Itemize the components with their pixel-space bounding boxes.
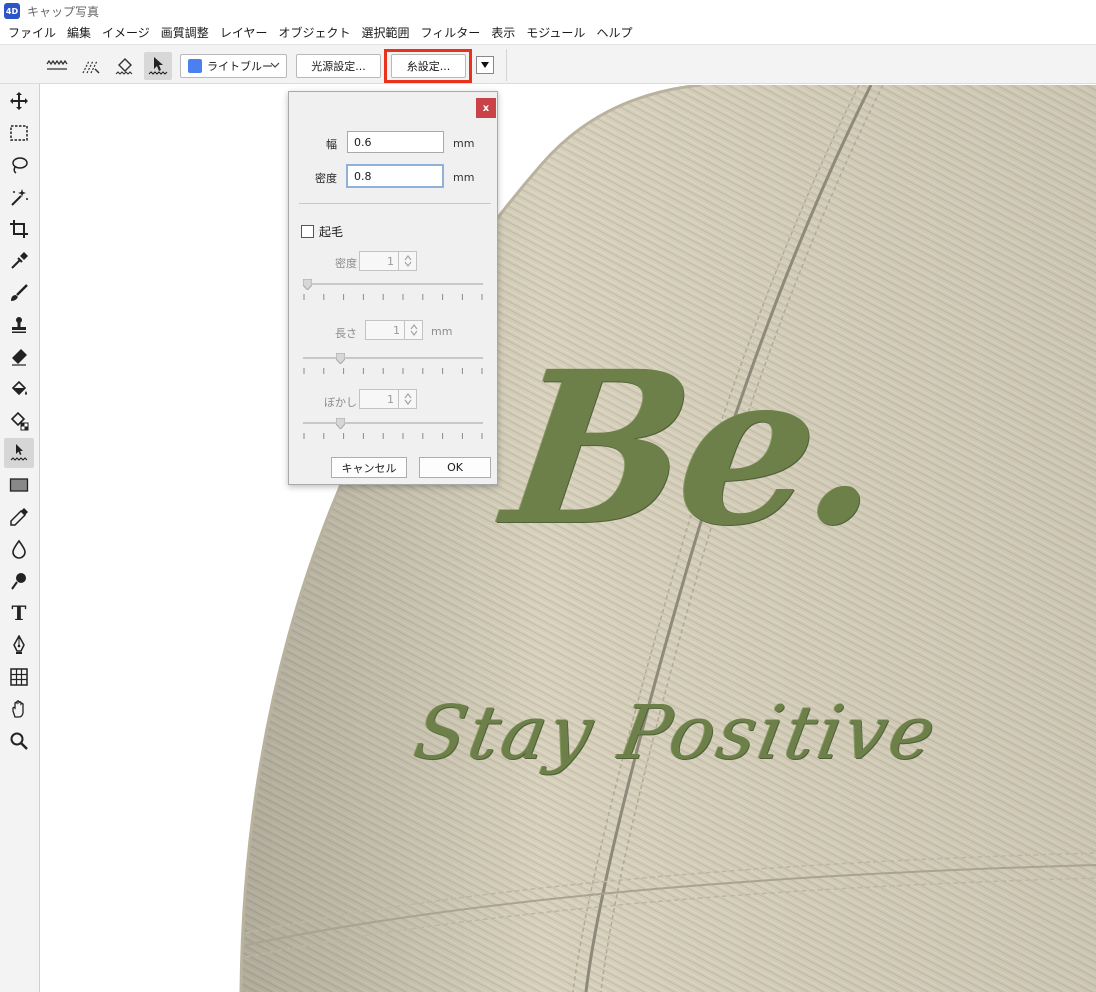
stepper-arrows-icon[interactable] <box>398 252 416 270</box>
fuzz-label: 起毛 <box>319 225 344 239</box>
width-unit: mm <box>453 137 475 150</box>
menu-file[interactable]: ファイル <box>4 22 63 44</box>
blur-value: 1 <box>387 393 394 406</box>
menu-view[interactable]: 表示 <box>487 22 522 44</box>
menu-adjust[interactable]: 画質調整 <box>157 22 216 44</box>
length-value: 1 <box>393 324 400 337</box>
menu-module[interactable]: モジュール <box>522 22 592 44</box>
pen-edit-icon[interactable] <box>4 502 34 532</box>
stamp-icon[interactable] <box>4 310 34 340</box>
thread-color-label: ライトブルー <box>207 60 273 73</box>
dialog-divider <box>299 203 491 204</box>
lasso-icon[interactable] <box>4 150 34 180</box>
ok-button[interactable]: OK <box>419 457 491 478</box>
width-field[interactable]: 0.6 <box>347 131 444 153</box>
title-bar: 4D キャップ写真 <box>0 0 1096 22</box>
hand-icon[interactable] <box>4 694 34 724</box>
fuzz-density-slider[interactable] <box>303 279 483 303</box>
menu-help[interactable]: ヘルプ <box>592 22 639 44</box>
caret-down-icon <box>481 62 489 68</box>
menu-select[interactable]: 選択範囲 <box>357 22 416 44</box>
light-settings-button[interactable]: 光源設定... <box>296 54 381 78</box>
move-icon[interactable] <box>4 86 34 116</box>
blur-label: ぼかし <box>324 396 357 409</box>
toolbar-divider <box>506 49 507 81</box>
menu-object[interactable]: オブジェクト <box>274 22 357 44</box>
length-stepper[interactable]: 1 <box>365 320 423 340</box>
canvas[interactable]: Be. Stay Positive <box>41 85 1096 992</box>
marquee-icon[interactable] <box>4 118 34 148</box>
menu-filter[interactable]: フィルター <box>416 22 487 44</box>
eraser-icon[interactable] <box>4 342 34 372</box>
blur-slider[interactable] <box>303 418 483 442</box>
stitch-select-icon[interactable] <box>144 52 172 80</box>
slider-ticks <box>303 368 483 374</box>
stitch-tool-icon[interactable] <box>4 438 34 468</box>
embroidery-be: Be. <box>493 325 895 572</box>
fuzz-density-stepper[interactable]: 1 <box>359 251 417 271</box>
stitch-wave-icon[interactable] <box>43 52 71 80</box>
pattern-bucket-icon[interactable] <box>4 406 34 436</box>
fuzz-density-value: 1 <box>387 255 394 268</box>
length-unit: mm <box>431 325 453 338</box>
zoom-icon[interactable] <box>4 726 34 756</box>
menu-layer[interactable]: レイヤー <box>216 22 275 44</box>
rectangle-icon[interactable] <box>4 470 34 500</box>
density-unit: mm <box>453 171 475 184</box>
chevron-down-icon <box>270 62 280 68</box>
slider-thumb-icon[interactable] <box>303 279 312 290</box>
window-title: キャップ写真 <box>27 4 100 19</box>
stepper-arrows-icon[interactable] <box>398 390 416 408</box>
blur-stepper[interactable]: 1 <box>359 389 417 409</box>
thread-color-select[interactable]: ライトブルー <box>180 54 287 78</box>
stitch-fill-icon[interactable] <box>111 52 139 80</box>
thread-color-swatch <box>188 59 202 73</box>
text-icon[interactable]: T <box>4 598 34 628</box>
slider-ticks <box>303 294 483 300</box>
menu-image[interactable]: イメージ <box>98 22 157 44</box>
smudge-icon[interactable] <box>4 566 34 596</box>
length-label: 長さ <box>335 327 357 340</box>
fuzz-checkbox[interactable] <box>301 225 314 238</box>
close-button[interactable]: x <box>476 98 496 118</box>
menu-edit[interactable]: 編集 <box>63 22 98 44</box>
slider-thumb-icon[interactable] <box>336 418 345 429</box>
stepper-arrows-icon[interactable] <box>404 321 422 339</box>
fuzz-density-label: 密度 <box>335 257 357 270</box>
slider-ticks <box>303 433 483 439</box>
thread-settings-dialog: x 幅 0.6 mm 密度 0.8 mm 起毛 密度 1 長さ 1 mm ぼかし… <box>288 91 498 485</box>
width-label: 幅 <box>326 138 337 151</box>
magic-wand-icon[interactable] <box>4 182 34 212</box>
menu-bar: ファイル 編集 イメージ 画質調整 レイヤー オブジェクト 選択範囲 フィルター… <box>0 22 1096 44</box>
paint-bucket-icon[interactable] <box>4 374 34 404</box>
slider-thumb-icon[interactable] <box>336 353 345 364</box>
more-dropdown-button[interactable] <box>476 56 494 74</box>
crop-icon[interactable] <box>4 214 34 244</box>
brush-icon[interactable] <box>4 278 34 308</box>
embroidery-stay-positive: Stay Positive <box>408 690 945 776</box>
eyedropper-icon[interactable] <box>4 246 34 276</box>
stitch-pen-icon[interactable] <box>77 52 105 80</box>
grid-icon[interactable] <box>4 662 34 692</box>
pen-icon[interactable] <box>4 630 34 660</box>
app-logo: 4D <box>4 3 20 19</box>
density-field[interactable]: 0.8 <box>346 164 444 188</box>
cancel-button[interactable]: キャンセル <box>331 457 407 478</box>
density-label: 密度 <box>315 172 337 185</box>
thread-settings-button[interactable]: 糸設定... <box>391 54 466 78</box>
length-slider[interactable] <box>303 353 483 377</box>
drop-icon[interactable] <box>4 534 34 564</box>
tool-panel: T <box>0 84 40 992</box>
options-toolbar: ライトブルー 光源設定... 糸設定... <box>0 44 1096 84</box>
